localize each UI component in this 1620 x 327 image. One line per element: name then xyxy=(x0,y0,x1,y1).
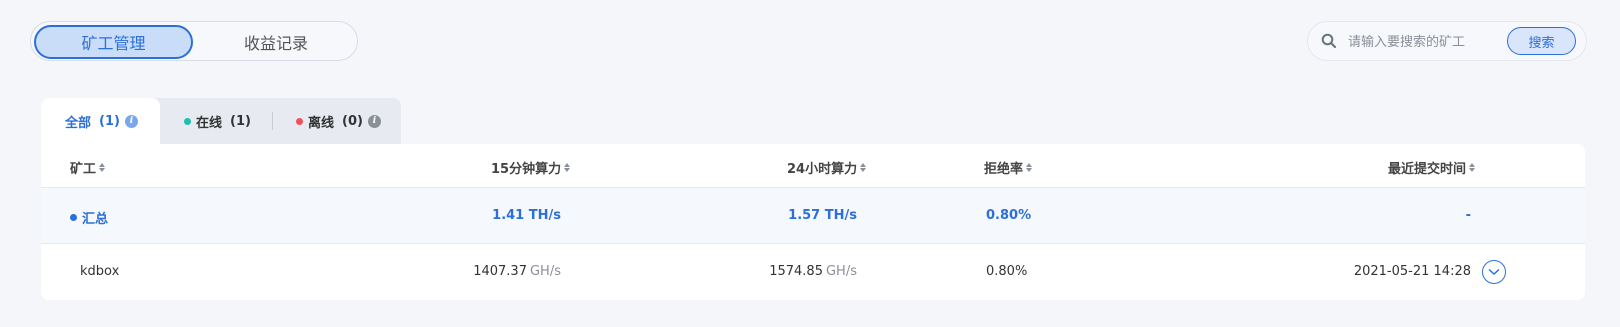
hashrate-15m-value: 1407.37 xyxy=(473,264,527,279)
tab-offline-count: (0) xyxy=(342,113,363,129)
status-tabs: 全部 (1) i 在线 (1) 离线 (0) i xyxy=(41,98,401,144)
last-submit-value: 2021-05-21 14:28 xyxy=(1353,264,1471,279)
tab-online-label: 在线 xyxy=(196,115,223,131)
col-miner-label: 矿工 xyxy=(70,162,97,177)
info-icon[interactable]: i xyxy=(367,114,381,128)
tab-divider xyxy=(272,112,273,130)
search-icon xyxy=(1321,33,1337,49)
tab-all-label: 全部 xyxy=(65,115,92,131)
table-header: 矿工 15分钟算力 24小时算力 拒绝率 最近提交时间 xyxy=(41,144,1585,188)
tab-offline-label: 离线 xyxy=(308,115,335,131)
tab-online-count: (1) xyxy=(230,113,251,129)
col-reject-rate[interactable]: 拒绝率 xyxy=(984,158,1033,177)
sort-icon xyxy=(564,163,571,172)
summary-row: 汇总 1.41 TH/s 1.57 TH/s 0.80% - xyxy=(41,188,1585,244)
col-last-submit-label: 最近提交时间 xyxy=(1388,162,1467,177)
hashrate-24h-value: 1574.85 xyxy=(769,264,823,279)
summary-dot-icon xyxy=(70,214,77,221)
reject-rate-value: 0.80% xyxy=(986,264,1028,279)
sort-icon xyxy=(99,163,106,172)
summary-reject-rate: 0.80% xyxy=(986,208,1032,223)
summary-hashrate-24h: 1.57 TH/s xyxy=(788,208,857,223)
tab-online[interactable]: 在线 (1) xyxy=(184,98,251,144)
col-hashrate-24h-label: 24小时算力 xyxy=(787,162,858,177)
col-hashrate-15m[interactable]: 15分钟算力 xyxy=(491,158,571,177)
search-button[interactable]: 搜索 xyxy=(1507,27,1576,55)
chevron-down-icon xyxy=(1488,268,1500,276)
col-hashrate-24h[interactable]: 24小时算力 xyxy=(787,158,867,177)
search-box: 搜索 xyxy=(1307,21,1587,61)
hashrate-15m-unit: GH/s xyxy=(529,264,561,279)
offline-dot-icon xyxy=(296,117,303,125)
tab-earnings-records[interactable]: 收益记录 xyxy=(201,25,351,59)
hashrate-15m-cell: 1407.37 GH/s xyxy=(421,264,561,279)
tab-offline[interactable]: 离线 (0) i xyxy=(296,98,381,144)
expand-row-button[interactable] xyxy=(1482,260,1506,284)
tab-all[interactable]: 全部 (1) i xyxy=(41,98,160,144)
col-miner[interactable]: 矿工 xyxy=(70,158,106,177)
col-hashrate-15m-label: 15分钟算力 xyxy=(491,162,562,177)
hashrate-24h-cell: 1574.85 GH/s xyxy=(717,264,857,279)
summary-name: 汇总 xyxy=(82,212,109,227)
info-icon[interactable]: i xyxy=(124,114,138,128)
col-last-submit[interactable]: 最近提交时间 xyxy=(1388,158,1476,177)
summary-last-submit: - xyxy=(1465,208,1471,223)
sort-icon xyxy=(1026,163,1033,172)
view-switcher: 矿工管理 收益记录 xyxy=(30,21,358,61)
col-reject-rate-label: 拒绝率 xyxy=(984,162,1024,177)
tab-miner-management[interactable]: 矿工管理 xyxy=(34,25,193,59)
sort-icon xyxy=(860,163,867,172)
search-input[interactable] xyxy=(1346,31,1510,53)
hashrate-24h-unit: GH/s xyxy=(825,264,857,279)
summary-name-cell: 汇总 xyxy=(70,208,108,227)
miner-table: 矿工 15分钟算力 24小时算力 拒绝率 最近提交时间 汇总 1.41 TH/s… xyxy=(41,144,1585,300)
summary-hashrate-15m: 1.41 TH/s xyxy=(492,208,561,223)
table-row[interactable]: kdbox 1407.37 GH/s 1574.85 GH/s 0.80% 2021… xyxy=(41,244,1585,300)
sort-icon xyxy=(1469,163,1476,172)
miner-name: kdbox xyxy=(80,264,120,279)
tab-all-count: (1) xyxy=(99,113,120,129)
online-dot-icon xyxy=(184,117,191,125)
